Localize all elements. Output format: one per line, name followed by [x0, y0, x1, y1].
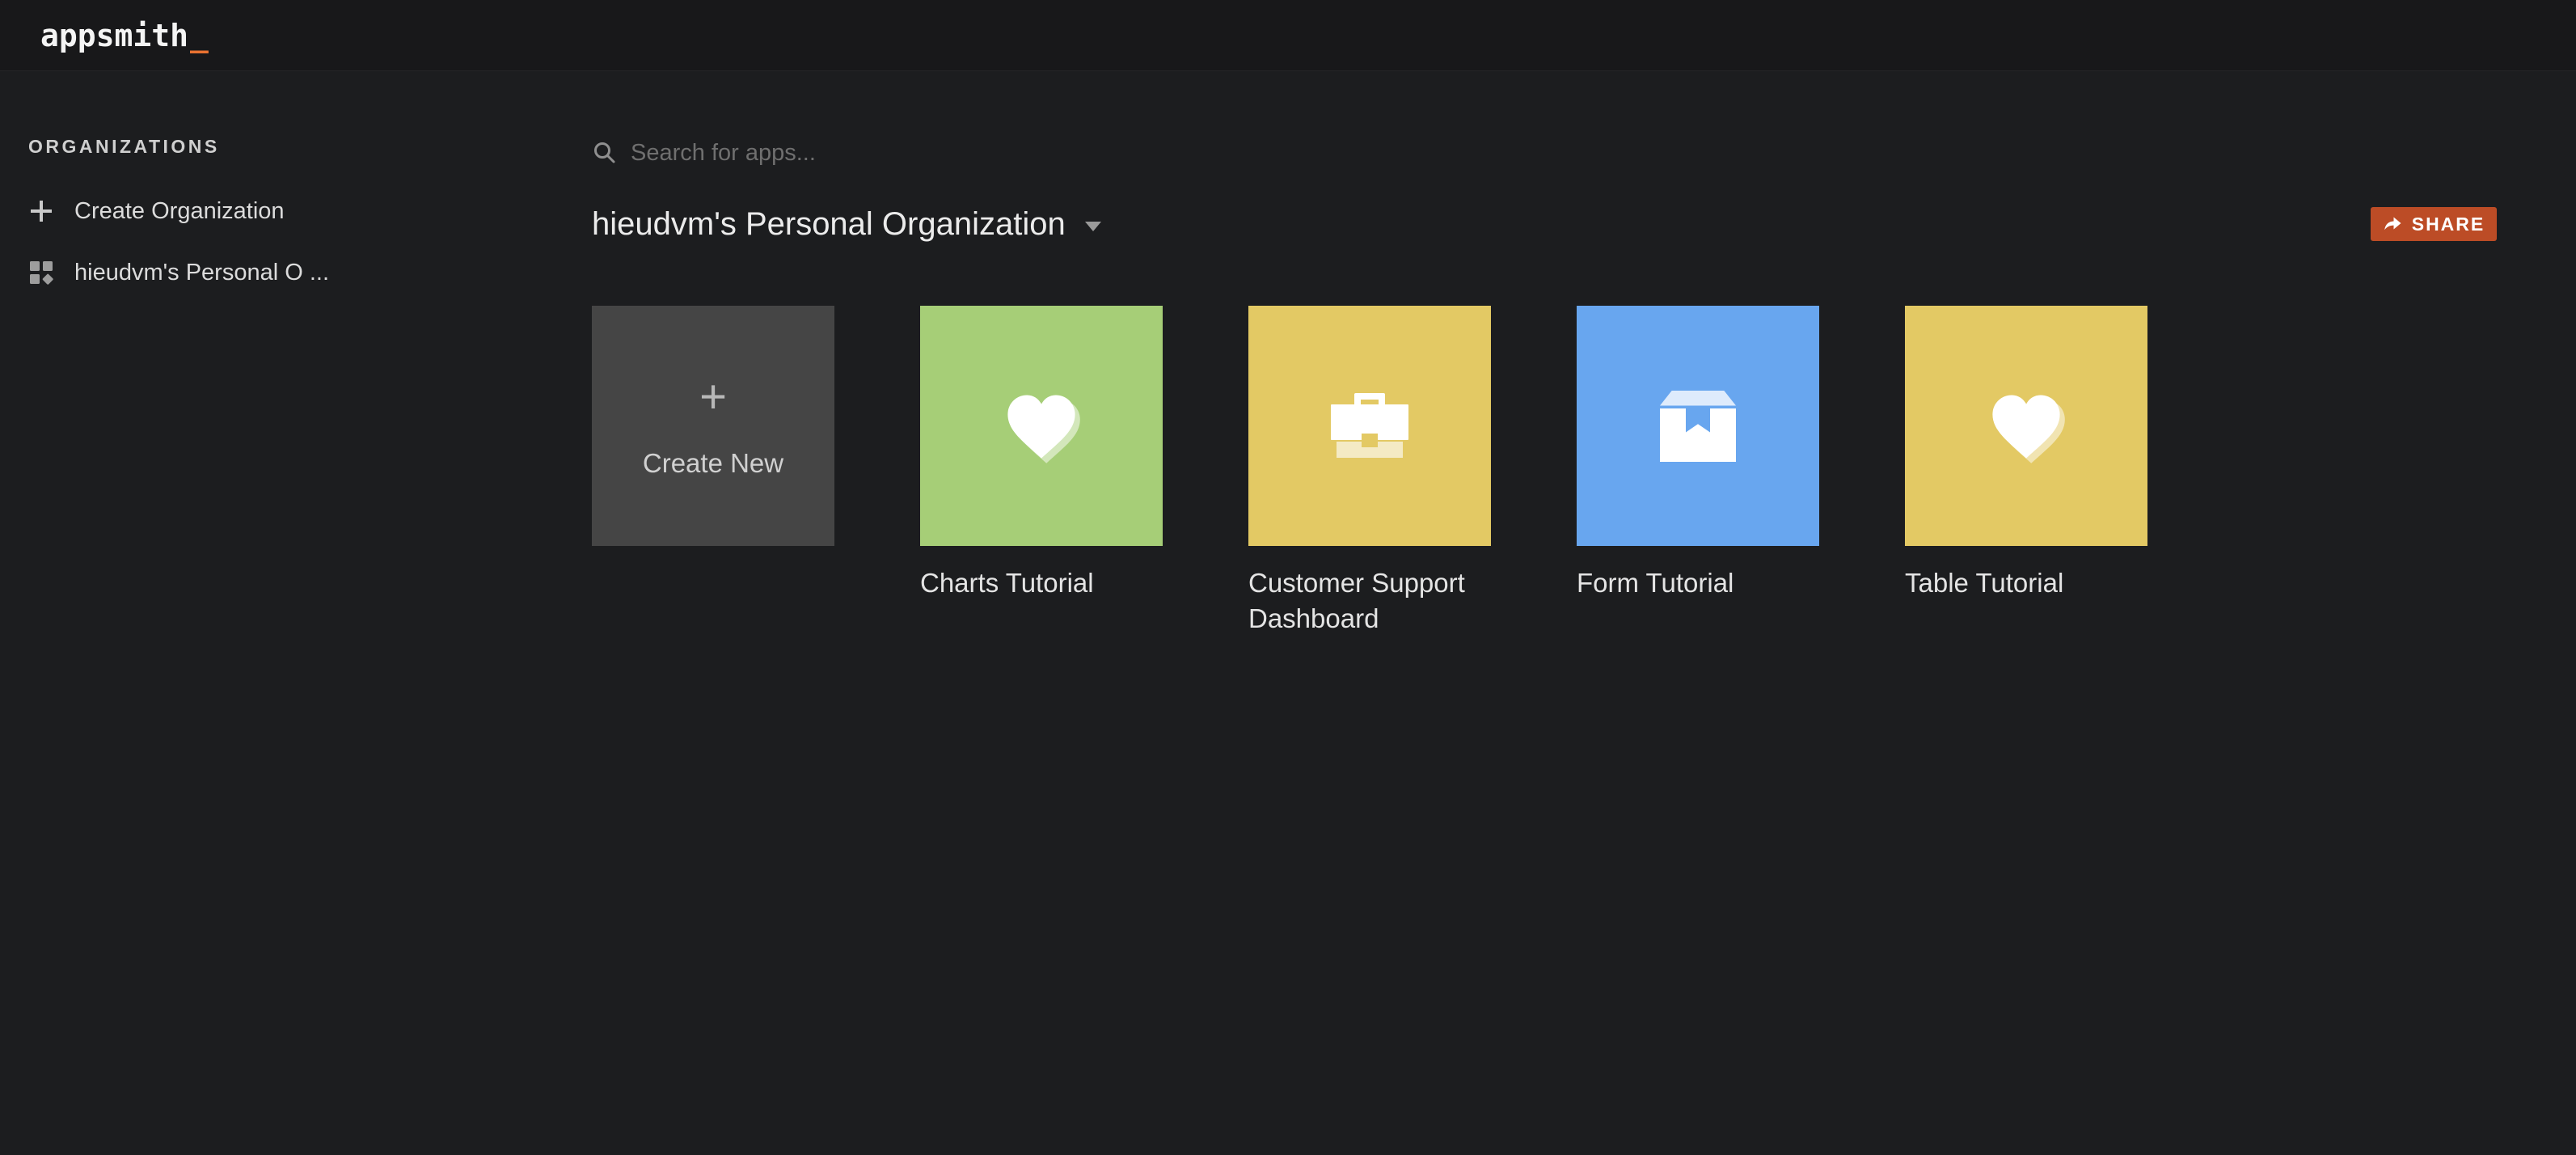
org-grid-icon: [28, 260, 54, 286]
create-new-column: + Create New: [592, 306, 834, 637]
app-card-column: Table Tutorial: [1905, 306, 2147, 637]
share-button-label: SHARE: [2412, 214, 2485, 235]
plus-icon: [28, 198, 54, 224]
search-icon: [592, 140, 618, 166]
app-card-column: Customer Support Dashboard: [1248, 306, 1491, 637]
top-bar: appsmith _: [0, 0, 2576, 71]
organizations-section-title: ORGANIZATIONS: [28, 136, 592, 158]
app-name: Customer Support Dashboard: [1248, 565, 1491, 637]
logo-text: appsmith: [40, 18, 188, 53]
app-name: Charts Tutorial: [920, 565, 1163, 601]
applications-grid: + Create New Charts Tutorial: [592, 306, 2497, 637]
plus-icon: +: [699, 374, 727, 421]
main-content: hieudvm's Personal Organization SHARE + …: [592, 71, 2576, 1154]
organization-switcher[interactable]: hieudvm's Personal Organization: [592, 206, 1101, 243]
heart-icon: [999, 384, 1083, 468]
sidebar-item-personal-organization[interactable]: hieudvm's Personal O ...: [28, 258, 592, 287]
create-new-app-card[interactable]: + Create New: [592, 306, 834, 546]
logo-cursor: _: [190, 18, 209, 53]
sidebar-item-create-organization[interactable]: Create Organization: [28, 197, 592, 226]
app-card-charts-tutorial[interactable]: [920, 306, 1163, 546]
app-card-form-tutorial[interactable]: [1577, 306, 1819, 546]
briefcase-icon: [1331, 393, 1408, 459]
share-arrow-icon: [2383, 214, 2402, 234]
app-name: Table Tutorial: [1905, 565, 2147, 601]
app-name: Form Tutorial: [1577, 565, 1819, 601]
appsmith-logo[interactable]: appsmith _: [40, 18, 209, 53]
app-card-customer-support-dashboard[interactable]: [1248, 306, 1491, 546]
package-box-icon: [1660, 391, 1736, 462]
search-input[interactable]: [631, 140, 1245, 167]
app-card-column: Charts Tutorial: [920, 306, 1163, 637]
app-card-table-tutorial[interactable]: [1905, 306, 2147, 546]
chevron-down-icon: [1085, 222, 1101, 231]
create-new-label: Create New: [643, 448, 783, 479]
sidebar-item-label: hieudvm's Personal O ...: [74, 260, 329, 286]
organization-header-row: hieudvm's Personal Organization SHARE: [592, 201, 2497, 248]
organizations-sidebar: ORGANIZATIONS Create Organization hieudv…: [0, 71, 592, 1154]
organization-title: hieudvm's Personal Organization: [592, 206, 1066, 243]
share-button[interactable]: SHARE: [2371, 207, 2497, 241]
heart-icon: [1984, 384, 2068, 468]
app-card-column: Form Tutorial: [1577, 306, 1819, 637]
sidebar-item-label: Create Organization: [74, 198, 285, 225]
app-search-bar: [592, 138, 2497, 168]
